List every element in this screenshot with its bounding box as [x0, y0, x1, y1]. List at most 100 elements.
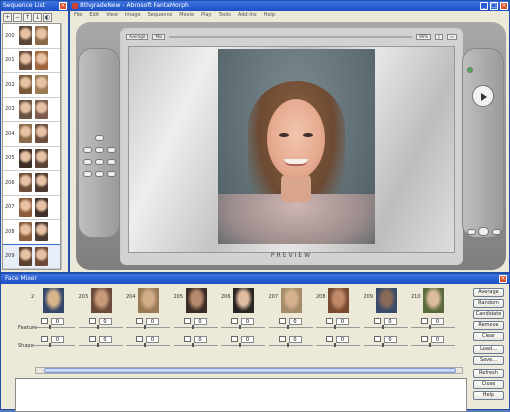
feature-slider[interactable]: [363, 325, 408, 329]
face-thumbnail[interactable]: [280, 288, 302, 313]
shape-slider[interactable]: [173, 343, 218, 347]
face-mixer-titlebar[interactable]: Face Mixer ×: [1, 274, 509, 284]
face-thumbnail[interactable]: [90, 288, 112, 313]
preview-timeline-slider[interactable]: [169, 36, 413, 38]
feature-slider[interactable]: [316, 325, 360, 329]
pod-button[interactable]: [83, 147, 92, 153]
shape-slider[interactable]: [268, 343, 313, 347]
shape-value-field[interactable]: 0: [241, 336, 254, 343]
feature-slider[interactable]: [173, 325, 218, 329]
close-icon[interactable]: ×: [499, 275, 507, 283]
remove-icon[interactable]: −: [13, 13, 22, 22]
feature-slider[interactable]: [268, 325, 313, 329]
feature-slider[interactable]: [31, 325, 75, 329]
feature-value-field[interactable]: 0: [288, 318, 302, 325]
pod-button[interactable]: [492, 229, 501, 235]
menu-item[interactable]: Help: [264, 11, 275, 20]
face-thumbnail[interactable]: [138, 288, 159, 313]
list-item[interactable]: 204: [3, 122, 60, 147]
shape-lock-icon[interactable]: [41, 336, 48, 342]
main-titlebar[interactable]: 8thgradeNew - Abrosoft FantaMorph _ □ ×: [70, 1, 509, 11]
shape-value-field[interactable]: 0: [431, 336, 444, 343]
help-button[interactable]: Help: [473, 391, 504, 400]
pod-button[interactable]: [107, 147, 116, 153]
menu-item[interactable]: Add-Ins: [238, 11, 257, 20]
shape-value-field[interactable]: 0: [193, 336, 207, 343]
list-item[interactable]: 201: [3, 49, 60, 73]
face-thumbnail[interactable]: [233, 288, 254, 313]
feature-lock-icon[interactable]: [326, 318, 333, 324]
face-thumbnail[interactable]: [328, 288, 349, 313]
face-thumbnail[interactable]: [185, 288, 207, 313]
preview-area[interactable]: [128, 46, 455, 253]
list-item[interactable]: 205: [3, 147, 60, 171]
move-up-icon[interactable]: ↑: [23, 13, 32, 22]
pod-button[interactable]: [95, 159, 104, 165]
menu-item[interactable]: File: [74, 11, 82, 20]
play-icon[interactable]: [472, 85, 494, 107]
feature-slider[interactable]: [411, 325, 455, 329]
feature-value-field[interactable]: 0: [383, 318, 397, 325]
maximize-icon[interactable]: □: [490, 2, 498, 10]
feature-slider[interactable]: [221, 325, 265, 329]
feature-value-field[interactable]: 0: [98, 318, 112, 325]
feature-slider[interactable]: [126, 325, 170, 329]
shape-lock-icon[interactable]: [88, 336, 96, 342]
save-button[interactable]: Save...: [473, 356, 504, 365]
list-item[interactable]: 200: [3, 24, 60, 49]
minimize-icon[interactable]: _: [480, 2, 488, 10]
list-item[interactable]: 203: [3, 98, 60, 122]
face-thumbnail[interactable]: [43, 288, 64, 313]
feature-value-field[interactable]: 0: [193, 318, 207, 325]
face-mixer-scrollbar[interactable]: [35, 367, 463, 374]
clear-button[interactable]: Clear: [473, 332, 504, 341]
list-item[interactable]: 202: [3, 73, 60, 98]
pod-button[interactable]: [107, 171, 116, 177]
face-thumbnail[interactable]: [375, 288, 397, 313]
close-icon[interactable]: ×: [59, 2, 67, 10]
shape-lock-icon[interactable]: [373, 336, 381, 342]
shape-lock-icon[interactable]: [278, 336, 286, 342]
menu-item[interactable]: Play: [201, 11, 211, 20]
feature-value-field[interactable]: 0: [336, 318, 349, 325]
average-button[interactable]: Average: [473, 288, 504, 297]
refresh-button[interactable]: Refresh: [473, 369, 504, 378]
move-down-icon[interactable]: ↓: [33, 13, 42, 22]
shape-value-field[interactable]: 0: [336, 336, 349, 343]
shape-lock-icon[interactable]: [326, 336, 333, 342]
zoom-field[interactable]: 90%: [416, 34, 432, 40]
pod-button[interactable]: [95, 171, 104, 177]
shape-lock-icon[interactable]: [421, 336, 428, 342]
shape-slider[interactable]: [411, 343, 455, 347]
shape-slider[interactable]: [126, 343, 170, 347]
list-item[interactable]: 207: [3, 196, 60, 220]
shape-slider[interactable]: [78, 343, 123, 347]
add-icon[interactable]: +: [3, 13, 12, 22]
pod-button[interactable]: [467, 67, 473, 73]
close-icon[interactable]: ×: [500, 2, 508, 10]
face-thumbnail[interactable]: [423, 288, 444, 313]
menu-item[interactable]: Sequence: [148, 11, 173, 20]
random-button[interactable]: Random: [473, 299, 504, 308]
menu-item[interactable]: Movie: [179, 11, 194, 20]
sequence-list-scrollbar[interactable]: [61, 23, 68, 270]
feature-value-field[interactable]: 0: [431, 318, 444, 325]
face-mixer-notes[interactable]: [15, 378, 467, 412]
shape-value-field[interactable]: 0: [146, 336, 159, 343]
shape-value-field[interactable]: 0: [383, 336, 397, 343]
shape-slider[interactable]: [31, 343, 75, 347]
candidate-button[interactable]: Candidate: [473, 310, 504, 319]
shape-lock-icon[interactable]: [183, 336, 191, 342]
shape-lock-icon[interactable]: [231, 336, 238, 342]
full-button[interactable]: ▭: [447, 34, 457, 40]
load-button[interactable]: Load...: [473, 345, 504, 354]
feature-lock-icon[interactable]: [183, 318, 191, 324]
feature-value-field[interactable]: 0: [51, 318, 64, 325]
menu-item[interactable]: Edit: [89, 11, 99, 20]
source-field[interactable]: Average: [126, 34, 149, 40]
feature-value-field[interactable]: 0: [146, 318, 159, 325]
feature-lock-icon[interactable]: [421, 318, 428, 324]
sequence-thumbnail-list[interactable]: 200 201 202 203 204 205 206 207 208 209: [2, 23, 61, 270]
shape-value-field[interactable]: 0: [51, 336, 64, 343]
remove-button[interactable]: Remove: [473, 321, 504, 330]
